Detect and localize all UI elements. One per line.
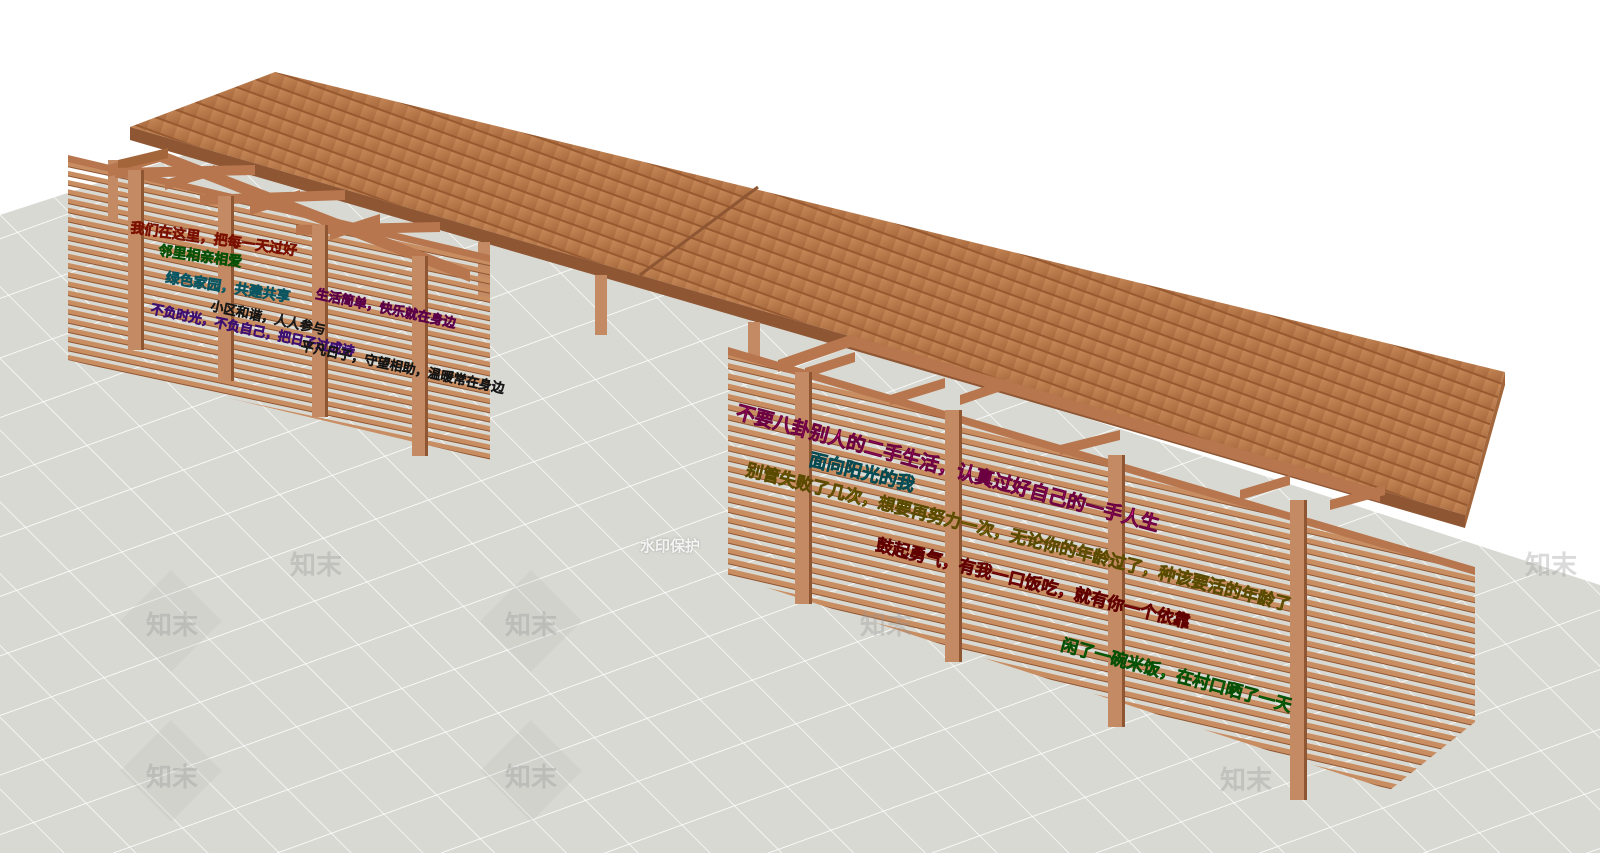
pergola-scene: 我们在这里，把每一天过好 邻里相亲相爱 绿色家园，共建共享 生活简单，快乐就在身…: [0, 72, 1600, 853]
